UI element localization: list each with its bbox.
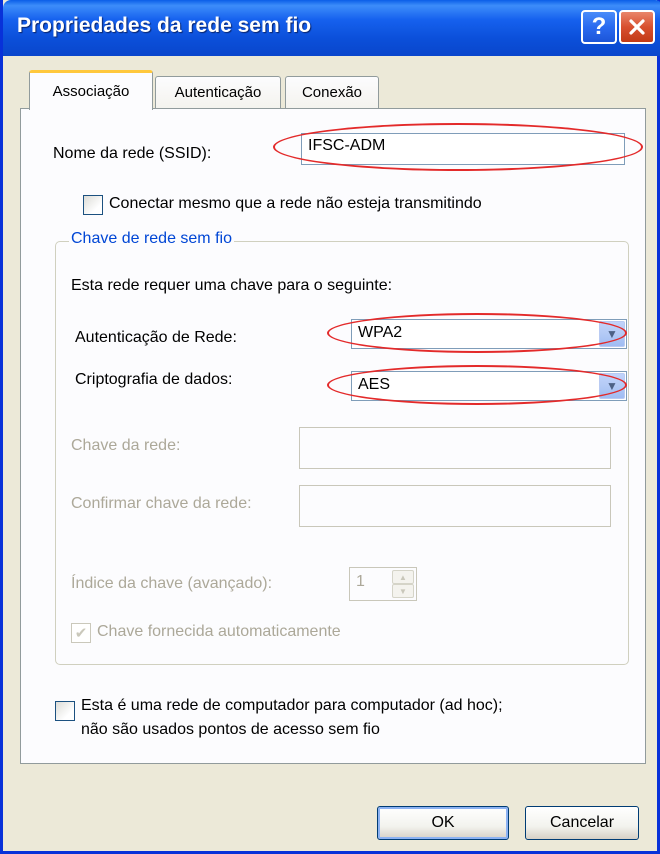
cancel-button[interactable]: Cancelar bbox=[525, 806, 639, 840]
chevron-down-icon[interactable]: ▼ bbox=[599, 373, 625, 399]
broadcast-checkbox-label: Conectar mesmo que a rede não esteja tra… bbox=[109, 195, 482, 212]
wireless-key-group-title: Chave de rede sem fio bbox=[69, 230, 234, 248]
key-requirement-text: Esta rede requer uma chave para o seguin… bbox=[71, 277, 393, 294]
tab-autenticacao[interactable]: Autenticação bbox=[155, 76, 281, 108]
spinner-down-icon[interactable]: ▼ bbox=[392, 584, 414, 598]
adhoc-label-line1: Esta é uma rede de computador para compu… bbox=[81, 697, 503, 714]
tab-associacao[interactable]: Associação bbox=[29, 70, 153, 110]
encryption-select[interactable]: AES ▼ bbox=[351, 371, 627, 401]
ssid-input[interactable]: IFSC-ADM bbox=[301, 133, 625, 165]
title-bar[interactable]: Propriedades da rede sem fio ? bbox=[3, 0, 660, 56]
close-icon bbox=[629, 19, 645, 35]
ok-button[interactable]: OK bbox=[377, 806, 509, 840]
adhoc-checkbox[interactable] bbox=[55, 701, 75, 721]
tab-panel-associacao: Nome da rede (SSID): IFSC-ADM Conectar m… bbox=[20, 108, 646, 764]
adhoc-label-line2: não são usados pontos de acesso sem fio bbox=[81, 721, 380, 738]
help-button[interactable]: ? bbox=[581, 10, 617, 44]
close-button[interactable] bbox=[619, 10, 655, 44]
dialog-window: Propriedades da rede sem fio ? Associaçã… bbox=[0, 0, 660, 854]
network-key-input[interactable] bbox=[299, 427, 611, 469]
chevron-down-icon[interactable]: ▼ bbox=[599, 321, 625, 347]
network-key-label: Chave da rede: bbox=[71, 437, 181, 454]
tab-bar: Associação Autenticação Conexão bbox=[3, 70, 660, 110]
encryption-label: Criptografia de dados: bbox=[75, 371, 233, 388]
tab-conexao[interactable]: Conexão bbox=[285, 76, 379, 108]
confirm-key-input[interactable] bbox=[299, 485, 611, 527]
auto-key-label: Chave fornecida automaticamente bbox=[97, 623, 341, 640]
auto-key-checkbox[interactable]: ✔ bbox=[71, 623, 91, 643]
broadcast-checkbox[interactable] bbox=[83, 195, 103, 215]
confirm-key-label: Confirmar chave da rede: bbox=[71, 495, 252, 512]
auth-select-value: WPA2 bbox=[358, 324, 403, 341]
encryption-select-value: AES bbox=[358, 376, 391, 393]
ssid-label: Nome da rede (SSID): bbox=[53, 145, 212, 162]
spinner-up-icon[interactable]: ▲ bbox=[392, 570, 414, 584]
key-index-label: Índice da chave (avançado): bbox=[71, 575, 273, 592]
window-title: Propriedades da rede sem fio bbox=[17, 14, 312, 37]
auth-label: Autenticação de Rede: bbox=[75, 329, 237, 346]
key-index-spinner[interactable]: 1 ▲ ▼ bbox=[349, 567, 417, 601]
auth-select[interactable]: WPA2 ▼ bbox=[351, 319, 627, 349]
checkmark-icon: ✔ bbox=[74, 625, 88, 642]
key-index-value: 1 bbox=[356, 573, 365, 590]
